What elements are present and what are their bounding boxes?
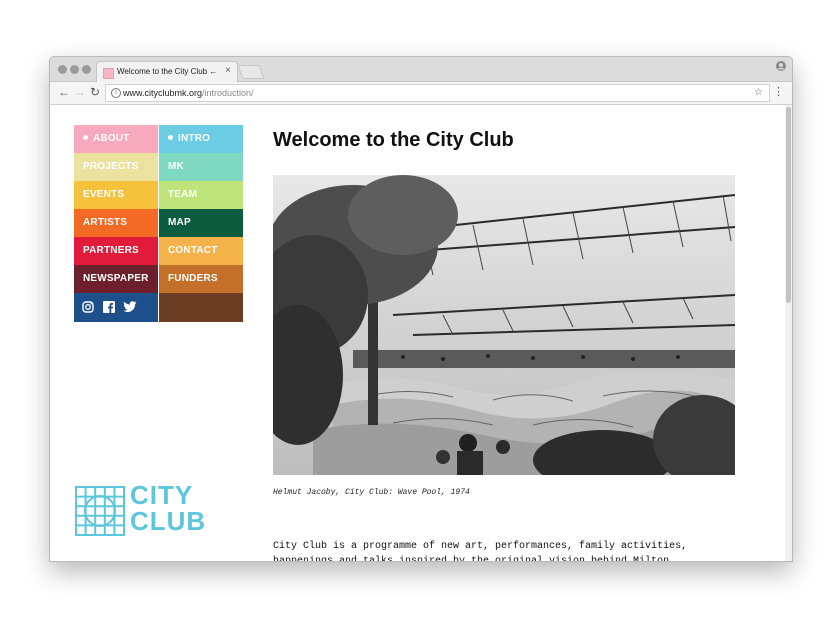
url-host: www.cityclubmk.org (123, 88, 203, 98)
city-club-logo-grid-icon (75, 486, 125, 536)
nav-item-partners[interactable]: PARTNERS (74, 237, 158, 265)
page-title: Welcome to the City Club (273, 129, 514, 151)
nav-item-label: INTRO (178, 133, 211, 144)
nav-item-label: FUNDERS (168, 273, 218, 284)
nav-filler-block (159, 293, 243, 322)
hero-illustration (273, 175, 735, 475)
minimize-window-dot[interactable] (70, 65, 79, 74)
logo-wordmark: CITY CLUB (130, 482, 206, 534)
url-path: /introduction/ (202, 88, 254, 98)
facebook-icon[interactable] (103, 301, 115, 313)
favicon-icon (103, 68, 114, 79)
page-viewport: ABOUT INTRO PROJECTS MK EVENTS TEAM ARTI… (50, 105, 792, 561)
tab-close-icon[interactable]: × (225, 65, 231, 76)
social-links (74, 293, 158, 322)
tab-strip: Welcome to the City Club ← C × (50, 57, 792, 82)
active-bullet-icon (168, 134, 173, 140)
browser-toolbar: ← → ↻ i www.cityclubmk.org/introduction/… (50, 82, 792, 105)
nav-item-intro[interactable]: INTRO (159, 125, 243, 153)
maximize-window-dot[interactable] (82, 65, 91, 74)
logo-line2: CLUB (130, 506, 207, 536)
nav-item-label: MK (168, 161, 184, 172)
profile-icon[interactable] (776, 61, 786, 71)
tab-title: Welcome to the City Club ← C (117, 67, 217, 76)
nav-item-label: ABOUT (93, 133, 130, 144)
nav-item-newspaper[interactable]: NEWSPAPER (74, 265, 158, 293)
nav-item-artists[interactable]: ARTISTS (74, 209, 158, 237)
wave-pool-illustration (273, 175, 735, 475)
address-bar[interactable]: i www.cityclubmk.org/introduction/ ☆ (105, 84, 770, 102)
nav-item-map[interactable]: MAP (159, 209, 243, 237)
forward-arrow-icon[interactable]: → (74, 85, 86, 99)
nav-item-about[interactable]: ABOUT (74, 125, 158, 153)
browser-tab[interactable]: Welcome to the City Club ← C × (96, 61, 238, 82)
nav-item-label: TEAM (168, 189, 198, 200)
city-club-logo[interactable]: CITY CLUB (74, 482, 224, 541)
nav-item-label: PARTNERS (83, 245, 139, 256)
nav-item-events[interactable]: EVENTS (74, 181, 158, 209)
browser-window: Welcome to the City Club ← C × ← → ↻ i w… (49, 56, 793, 562)
close-window-dot[interactable] (58, 65, 67, 74)
nav-item-label: MAP (168, 217, 191, 228)
bookmark-star-icon[interactable]: ☆ (754, 85, 763, 101)
nav-item-projects[interactable]: PROJECTS (74, 153, 158, 181)
active-bullet-icon (83, 134, 88, 140)
nav-item-mk[interactable]: MK (159, 153, 243, 181)
new-tab-button[interactable] (237, 65, 265, 79)
instagram-icon[interactable] (82, 301, 94, 313)
menu-dots-icon[interactable]: ⋮ (773, 85, 784, 98)
back-arrow-icon[interactable]: ← (58, 85, 70, 99)
nav-item-funders[interactable]: FUNDERS (159, 265, 243, 293)
nav-item-label: CONTACT (168, 245, 218, 256)
scrollbar-thumb[interactable] (786, 107, 791, 303)
intro-paragraph: City Club is a programme of new art, per… (273, 541, 688, 561)
nav-item-contact[interactable]: CONTACT (159, 237, 243, 265)
info-icon[interactable]: i (111, 88, 121, 98)
reload-icon[interactable]: ↻ (90, 85, 100, 99)
url-text: www.cityclubmk.org/introduction/ (123, 85, 254, 101)
logo-line1: CITY (130, 480, 194, 510)
image-caption: Helmut Jacoby, City Club: Wave Pool, 197… (273, 488, 470, 497)
scrollbar[interactable] (785, 105, 792, 561)
nav-item-label: EVENTS (83, 189, 125, 200)
nav-item-label: PROJECTS (83, 161, 139, 172)
nav-item-label: ARTISTS (83, 217, 128, 228)
twitter-icon[interactable] (123, 301, 137, 313)
nav-item-label: NEWSPAPER (83, 273, 149, 284)
nav-item-team[interactable]: TEAM (159, 181, 243, 209)
